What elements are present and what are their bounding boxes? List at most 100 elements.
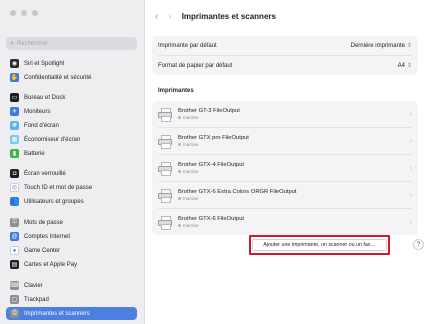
- dock-icon: ▭: [10, 93, 19, 102]
- printer-text: Brother GTX pro FileOutput Inactive: [178, 135, 249, 147]
- printer-icon: [158, 188, 172, 203]
- lock-screen-icon: ◘: [10, 169, 19, 178]
- battery-icon: ▮: [10, 149, 19, 158]
- search-icon: ⌕: [10, 39, 14, 47]
- sidebar-item-hand[interactable]: ✋ Confidentialité et sécurité: [6, 71, 137, 84]
- printer-status-text: Inactive: [183, 142, 199, 147]
- chevron-right-icon: ›: [409, 110, 412, 118]
- sidebar-item-label: Bureau et Dock: [24, 94, 66, 101]
- sidebar-item-printer[interactable]: ⎙ Imprimantes et scanners: [6, 307, 137, 320]
- sidebar-item-siri[interactable]: ◉ Siri et Spotlight: [6, 57, 137, 70]
- sidebar-item-label: Écran verrouillé: [24, 170, 66, 177]
- game-center-icon: ●: [10, 246, 19, 255]
- sidebar-item-label: Touch ID et mot de passe: [24, 184, 93, 191]
- sidebar: ⌕ Rechercher ◉ Siri et Spotlight ✋ Confiden…: [0, 0, 145, 324]
- hand-icon: ✋: [10, 73, 19, 82]
- printer-icon: [158, 107, 172, 122]
- default-printer-select[interactable]: Dernière imprimante ⇕: [351, 42, 412, 49]
- back-button[interactable]: ‹: [155, 11, 158, 22]
- printer-text: Brother GTX-6 FileOutput Inactive: [178, 216, 244, 228]
- updown-chevron-icon: ⇕: [406, 43, 412, 49]
- printer-icon: ⎙: [10, 309, 19, 318]
- main-pane: ‹ › Imprimantes et scanners Imprimante p…: [145, 0, 429, 324]
- paper-size-value: A4: [397, 63, 405, 69]
- printer-status-text: Inactive: [183, 223, 199, 228]
- printer-status: Inactive: [178, 169, 244, 174]
- default-printer-value: Dernière imprimante: [350, 43, 405, 49]
- fingerprint-icon: ◎: [10, 183, 19, 192]
- printer-icon: [158, 215, 172, 230]
- printer-name: Brother GTX-6 FileOutput: [178, 216, 245, 222]
- trackpad-icon: ▢: [10, 295, 19, 304]
- printer-row[interactable]: Brother GT-3 FileOutput Inactive ›: [152, 101, 418, 127]
- printer-text: Brother GTX-4 FileOutput Inactive: [178, 162, 244, 174]
- minimize-window-button[interactable]: [21, 10, 27, 16]
- printer-status: Inactive: [178, 115, 240, 120]
- sidebar-item-game-center[interactable]: ● Game Center: [6, 244, 137, 257]
- printer-row[interactable]: Brother GTX-6 Extra Colors ORGR FileOutp…: [152, 182, 418, 208]
- printer-status-text: Inactive: [183, 196, 199, 201]
- wallet-icon: ▤: [10, 260, 19, 269]
- default-printer-row[interactable]: Imprimante par défaut Dernière imprimant…: [152, 36, 418, 55]
- sidebar-item-sun[interactable]: ☀ Moniteurs: [6, 105, 137, 118]
- sidebar-item-label: Moniteurs: [24, 108, 51, 115]
- sidebar-item-trackpad[interactable]: ▢ Trackpad: [6, 293, 137, 306]
- sidebar-item-keyboard[interactable]: ⌨ Clavier: [6, 279, 137, 292]
- help-button[interactable]: ?: [413, 239, 424, 250]
- sidebar-item-battery[interactable]: ▮ Batterie: [6, 147, 137, 160]
- sidebar-item-lock-screen[interactable]: ◘ Écran verrouillé: [6, 167, 137, 180]
- status-dot-icon: [178, 197, 181, 200]
- printer-list: Brother GT-3 FileOutput Inactive › Brother …: [152, 101, 418, 235]
- sidebar-item-label: Économiseur d'écran: [24, 136, 81, 143]
- zoom-window-button[interactable]: [32, 10, 38, 16]
- sidebar-item-at[interactable]: @ Comptes Internet: [6, 230, 137, 243]
- printer-status: Inactive: [178, 223, 244, 228]
- sidebar-item-wallpaper[interactable]: ❋ Fond d'écran: [6, 119, 137, 132]
- close-window-button[interactable]: [10, 10, 16, 16]
- printer-status-text: Inactive: [183, 115, 199, 120]
- printer-row[interactable]: Brother GTX pro FileOutput Inactive ›: [152, 128, 418, 154]
- sidebar-item-label: Cartes et Apple Pay: [24, 261, 78, 268]
- paper-size-select[interactable]: A4 ⇕: [398, 62, 412, 69]
- printer-name: Brother GTX-6 Extra Colors ORGR FileOutp…: [178, 189, 297, 195]
- sidebar-item-wallet[interactable]: ▤ Cartes et Apple Pay: [6, 258, 137, 271]
- printer-status: Inactive: [178, 196, 297, 201]
- paper-size-label: Format de papier par défaut: [158, 62, 233, 69]
- printer-text: Brother GTX-6 Extra Colors ORGR FileOutp…: [178, 189, 297, 201]
- sidebar-item-key[interactable]: ⚿ Mots de passe: [6, 216, 137, 229]
- wallpaper-icon: ❋: [10, 121, 19, 130]
- search-field[interactable]: ⌕ Rechercher: [6, 37, 137, 50]
- sidebar-item-screensaver[interactable]: ▦ Économiseur d'écran: [6, 133, 137, 146]
- sidebar-item-label: Imprimantes et scanners: [24, 310, 90, 317]
- status-dot-icon: [178, 143, 181, 146]
- sidebar-item-users[interactable]: 👥 Utilisateurs et groupes: [6, 195, 137, 208]
- search-placeholder: Rechercher: [16, 40, 48, 47]
- users-icon: 👥: [10, 197, 19, 206]
- printer-icon: [158, 134, 172, 149]
- status-dot-icon: [178, 116, 181, 119]
- sidebar-item-label: Fond d'écran: [24, 122, 59, 129]
- defaults-group: Imprimante par défaut Dernière imprimant…: [152, 36, 418, 75]
- sidebar-item-label: Batterie: [24, 150, 45, 157]
- printer-icon: [158, 161, 172, 176]
- sidebar-item-label: Game Center: [24, 247, 61, 254]
- status-dot-icon: [178, 224, 181, 227]
- updown-chevron-icon: ⇕: [406, 63, 412, 69]
- printer-row[interactable]: Brother GTX-6 FileOutput Inactive ›: [152, 209, 418, 235]
- printer-row[interactable]: Brother GTX-4 FileOutput Inactive ›: [152, 155, 418, 181]
- printer-status: Inactive: [178, 142, 249, 147]
- sidebar-item-dock[interactable]: ▭ Bureau et Dock: [6, 91, 137, 104]
- printer-text: Brother GT-3 FileOutput Inactive: [178, 108, 240, 120]
- sidebar-item-fingerprint[interactable]: ◎ Touch ID et mot de passe: [6, 181, 137, 194]
- sidebar-item-label: Trackpad: [24, 296, 49, 303]
- forward-button[interactable]: ›: [168, 11, 171, 22]
- window: ⌕ Rechercher ◉ Siri et Spotlight ✋ Confiden…: [0, 0, 429, 324]
- chevron-right-icon: ›: [409, 191, 412, 199]
- sidebar-item-label: Mots de passe: [24, 219, 64, 226]
- keyboard-icon: ⌨: [10, 281, 19, 290]
- sidebar-item-label: Comptes Internet: [24, 233, 71, 240]
- sidebar-item-label: Confidentialité et sécurité: [24, 74, 92, 81]
- chevron-right-icon: ›: [409, 218, 412, 226]
- at-icon: @: [10, 232, 19, 241]
- paper-size-row[interactable]: Format de papier par défaut A4 ⇕: [152, 56, 418, 75]
